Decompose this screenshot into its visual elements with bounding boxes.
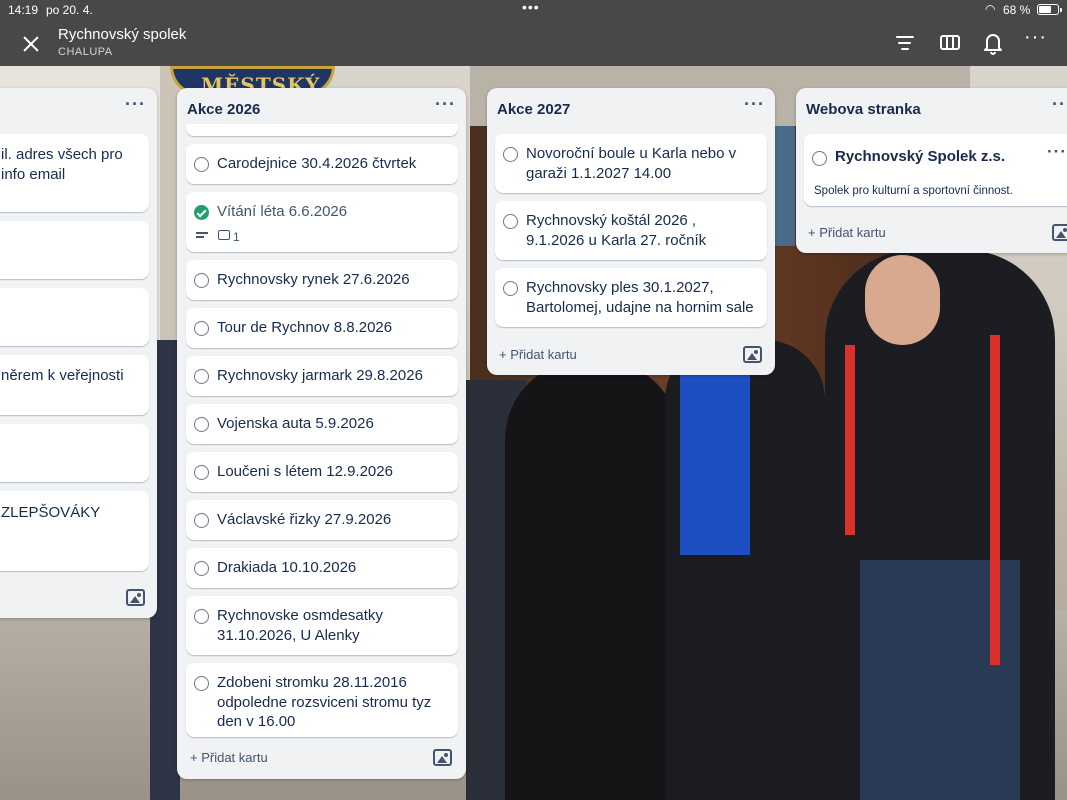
comment-count: 1 [233, 230, 240, 244]
add-card-button[interactable]: + Přidat kartu [808, 225, 886, 240]
checkbox-icon[interactable] [194, 273, 209, 288]
list-title[interactable]: Akce 2027 [497, 101, 570, 118]
checkbox-icon[interactable] [503, 281, 518, 296]
list-menu-icon[interactable]: ··· [744, 94, 765, 115]
filter-icon[interactable] [892, 30, 918, 56]
list-item[interactable]: Rychnovský Spolek z.s. ··· Spolek pro ku… [804, 134, 1067, 206]
checkbox-icon[interactable] [194, 513, 209, 528]
list-akce-2027: Akce 2027 ··· Novoroční boule u Karla ne… [487, 88, 775, 375]
list-item[interactable]: Carodejnice 30.4.2026 čtvrtek [186, 144, 458, 184]
list-item[interactable]: Loučeni s létem 12.9.2026 [186, 452, 458, 492]
list-item[interactable]: Rychnovsky jarmark 29.8.2026 [186, 356, 458, 396]
list-item[interactable] [0, 288, 149, 346]
list-item[interactable]: Rychnovský koštál 2026 , 9.1.2026 u Karl… [495, 201, 767, 260]
checkbox-icon[interactable] [503, 214, 518, 229]
checkbox-complete-icon[interactable] [194, 205, 209, 220]
wifi-icon: ◠ [985, 2, 996, 16]
list-menu-icon[interactable]: ··· [435, 94, 456, 115]
list-item[interactable]: Drakiada 10.10.2026 [186, 548, 458, 588]
card-description: Spolek pro kulturní a sportovní činnost. [814, 185, 1013, 197]
multitasking-dots-icon[interactable]: ••• [522, 0, 540, 15]
status-bar: 14:19 po 20. 4. ••• ◠ 68 % [0, 0, 1067, 20]
more-icon[interactable]: ··· [1024, 26, 1050, 52]
status-date: po 20. 4. [46, 3, 93, 17]
checkbox-icon[interactable] [194, 465, 209, 480]
list-menu-icon[interactable]: ··· [125, 94, 146, 115]
list-item[interactable]: Václavské řizky 27.9.2026 [186, 500, 458, 540]
checkbox-icon[interactable] [194, 417, 209, 432]
list-webova-stranka: Webova stranka ··· Rychnovský Spolek z.s… [796, 88, 1067, 253]
description-icon [196, 232, 208, 240]
battery-percent: 68 % [1003, 3, 1031, 17]
list-item[interactable]: Rychnovske osmdesatky 31.10.2026, U Alen… [186, 596, 458, 655]
checkbox-icon[interactable] [503, 147, 518, 162]
image-icon[interactable] [126, 589, 145, 606]
list-item[interactable]: Novoroční boule u Karla nebo v garaži 1.… [495, 134, 767, 193]
comment-icon [218, 230, 230, 240]
checkbox-icon[interactable] [812, 151, 827, 166]
top-bar: 14:19 po 20. 4. ••• ◠ 68 % Rychnovský sp… [0, 0, 1067, 66]
list-title[interactable]: Webova stranka [806, 101, 921, 118]
checkbox-icon[interactable] [194, 609, 209, 624]
image-icon[interactable] [433, 749, 452, 766]
list-partial: ··· il. adres všech pro info email něrem… [0, 88, 157, 618]
list-item[interactable]: Rychnovsky rynek 27.6.2026 [186, 260, 458, 300]
list-item[interactable]: ZLEPŠOVÁKY [0, 491, 149, 571]
list-item[interactable]: Vítání léta 6.6.2026 1 [186, 192, 458, 252]
card-menu-icon[interactable]: ··· [1047, 142, 1067, 162]
image-icon[interactable] [1052, 224, 1067, 241]
list-item[interactable] [0, 221, 149, 279]
add-card-button[interactable]: + Přidat kartu [190, 750, 268, 765]
image-icon[interactable] [743, 346, 762, 363]
list-item [186, 124, 458, 136]
list-menu-icon[interactable]: ··· [1052, 94, 1067, 115]
bell-icon[interactable] [980, 30, 1006, 56]
battery-icon [1037, 4, 1062, 15]
status-time: 14:19 [8, 3, 39, 17]
list-akce-2026: Akce 2026 ··· Carodejnice 30.4.2026 čtvr… [177, 88, 466, 779]
add-card-button[interactable]: + Přidat kartu [499, 347, 577, 362]
close-icon[interactable] [20, 33, 42, 55]
board-title: Rychnovský spolek [58, 26, 187, 43]
list-item[interactable]: il. adres všech pro info email [0, 134, 149, 212]
board-view-icon[interactable] [937, 30, 963, 56]
checkbox-icon[interactable] [194, 157, 209, 172]
list-item[interactable]: Vojenska auta 5.9.2026 [186, 404, 458, 444]
checkbox-icon[interactable] [194, 321, 209, 336]
checkbox-icon[interactable] [194, 676, 209, 691]
checkbox-icon[interactable] [194, 369, 209, 384]
workspace-name: CHALUPA [58, 46, 113, 58]
list-item[interactable]: Tour de Rychnov 8.8.2026 [186, 308, 458, 348]
list-item[interactable]: něrem k veřejnosti [0, 355, 149, 415]
list-item[interactable] [0, 424, 149, 482]
list-title[interactable]: Akce 2026 [187, 101, 260, 118]
checkbox-icon[interactable] [194, 561, 209, 576]
list-item[interactable]: Zdobeni stromku 28.11.2016 odpoledne roz… [186, 663, 458, 737]
list-item[interactable]: Rychnovsky ples 30.1.2027, Bartolomej, u… [495, 268, 767, 327]
